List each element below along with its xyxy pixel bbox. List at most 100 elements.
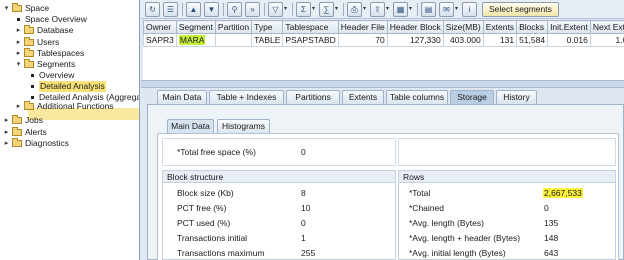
- export-dropdown-arrow-icon[interactable]: ▾: [386, 2, 392, 17]
- tab-partitions[interactable]: Partitions: [286, 90, 340, 104]
- column-header-next-extent[interactable]: Next Extent: [589, 20, 624, 34]
- splitter-bar[interactable]: [141, 80, 624, 88]
- alv-toolbar: ↻ ☰ ▲ ▼ ⚲ » ▽ ▾ Σ ▾ ∑ ▾ ⎙ ▾ ⇪ ▾ ▦ ▾ ▤ ✉ …: [141, 0, 624, 19]
- column-header-header-block[interactable]: Header Block: [386, 20, 444, 34]
- mail-button[interactable]: ✉: [439, 2, 454, 17]
- free-space-box: *Total free space (%) 0: [162, 138, 396, 166]
- expand-arrow-icon[interactable]: ▸: [14, 48, 23, 59]
- tab-table-indexes[interactable]: Table + Indexes: [209, 90, 284, 104]
- folder-icon: [12, 138, 22, 147]
- rows-chained-label: *Chained: [409, 203, 444, 213]
- column-header-blocks[interactable]: Blocks: [516, 20, 549, 34]
- sort-ascending-button[interactable]: ▲: [186, 2, 201, 17]
- cell-header-block[interactable]: 127,330: [386, 33, 444, 47]
- cell-blocks[interactable]: 51,584: [516, 33, 549, 47]
- subtab-histograms[interactable]: Histograms: [217, 119, 270, 133]
- tree-item-diagnostics[interactable]: ▸ Diagnostics: [2, 138, 69, 149]
- expand-arrow-icon[interactable]: ▸: [2, 138, 11, 149]
- tree-item-overview[interactable]: Overview: [28, 70, 74, 81]
- cell-type[interactable]: TABLE: [251, 33, 284, 47]
- expand-arrow-icon[interactable]: ▸: [2, 115, 11, 126]
- tree-item-jobs[interactable]: ▸ Jobs: [2, 115, 43, 126]
- expand-arrow-icon[interactable]: ▸: [14, 25, 23, 36]
- column-header-extents[interactable]: Extents: [482, 20, 518, 34]
- table-row[interactable]: SAPR3 MARA TABLE PSAPSTABD 70 127,330 40…: [143, 33, 624, 47]
- layout-dropdown-arrow-icon[interactable]: ▾: [409, 2, 415, 17]
- column-header-partition[interactable]: Partition: [214, 20, 253, 34]
- transactions-initial-value: 1: [301, 233, 306, 243]
- subtotal-button[interactable]: ∑: [319, 2, 334, 17]
- column-header-size-mb[interactable]: Size(MB): [442, 20, 484, 34]
- block-structure-section: Block structure Block size (Kb) 8 PCT fr…: [162, 170, 396, 260]
- segment-highlight: MARA: [178, 35, 206, 45]
- expand-arrow-icon[interactable]: ▸: [2, 127, 11, 138]
- tab-table-columns[interactable]: Table columns: [386, 90, 448, 104]
- rows-section: Rows *Total 2,667,533 *Chained 0 *Avg. l…: [398, 170, 616, 260]
- sum-dropdown-arrow-icon[interactable]: ▾: [312, 2, 318, 17]
- tree-item-database[interactable]: ▸ Database: [14, 25, 73, 36]
- cell-tablespace[interactable]: PSAPSTABD: [282, 33, 339, 47]
- column-header-type[interactable]: Type: [251, 20, 284, 34]
- tree-item-users[interactable]: ▸ Users: [14, 37, 59, 48]
- subtotal-dropdown-arrow-icon[interactable]: ▾: [335, 2, 341, 17]
- collapse-arrow-icon[interactable]: ▾: [2, 3, 11, 14]
- tab-history[interactable]: History: [496, 90, 537, 104]
- sort-descending-button[interactable]: ▼: [204, 2, 219, 17]
- cell-partition[interactable]: [214, 33, 253, 47]
- pct-free-label: PCT free (%): [177, 203, 227, 213]
- filter-button[interactable]: ▽: [268, 2, 283, 17]
- tab-storage[interactable]: Storage: [450, 90, 494, 104]
- expand-arrow-icon[interactable]: ▸: [14, 101, 23, 112]
- tree-item-alerts[interactable]: ▸ Alerts: [2, 127, 47, 138]
- find-next-button[interactable]: »: [245, 2, 260, 17]
- column-header-tablespace[interactable]: Tablespace: [282, 20, 339, 34]
- print-dropdown-arrow-icon[interactable]: ▾: [363, 2, 369, 17]
- cell-next-extent[interactable]: 1.000: [589, 33, 624, 47]
- subtab-main-data[interactable]: Main Data: [167, 119, 214, 133]
- cell-segment[interactable]: MARA: [175, 33, 216, 47]
- select-segments-button[interactable]: Select segments: [482, 2, 559, 17]
- tree-item-additional-functions[interactable]: ▸ Additional Functions: [14, 101, 114, 112]
- column-header-header-file[interactable]: Header File: [337, 20, 388, 34]
- graphic-button[interactable]: ▤: [421, 2, 436, 17]
- collapse-arrow-icon[interactable]: ▾: [14, 59, 23, 70]
- cell-init-extent[interactable]: 0.016: [547, 33, 591, 47]
- graphic-icon: ▤: [424, 5, 433, 14]
- tree-item-space[interactable]: ▾ Space: [2, 3, 49, 14]
- column-header-init-extent[interactable]: Init.Extent: [547, 20, 591, 34]
- sum-button[interactable]: Σ: [296, 2, 311, 17]
- cell-owner[interactable]: SAPR3: [143, 33, 177, 47]
- print-button[interactable]: ⎙: [347, 2, 362, 17]
- tree-item-tablespaces[interactable]: ▸ Tablespaces: [14, 48, 84, 59]
- column-header-segment[interactable]: Segment: [175, 20, 216, 34]
- column-header-owner[interactable]: Owner: [143, 20, 177, 34]
- cell-extents[interactable]: 131: [482, 33, 518, 47]
- subtotal-icon: ∑: [323, 5, 330, 14]
- tree-item-space-overview[interactable]: Space Overview: [14, 14, 87, 25]
- find-button[interactable]: ⚲: [227, 2, 242, 17]
- export-button[interactable]: ⇪: [370, 2, 385, 17]
- tree-item-segments[interactable]: ▾ Segments: [14, 59, 75, 70]
- grid-header-row: Owner Segment Partition Type Tablespace …: [143, 20, 624, 34]
- details-button[interactable]: ☰: [163, 2, 178, 17]
- toolbar-separator: [292, 3, 293, 16]
- expand-arrow-icon[interactable]: ▸: [14, 37, 23, 48]
- block-size-value: 8: [301, 188, 306, 198]
- find-next-icon: »: [250, 5, 255, 14]
- tab-extents[interactable]: Extents: [342, 90, 384, 104]
- toolbar-separator: [264, 3, 265, 16]
- refresh-button[interactable]: ↻: [145, 2, 160, 17]
- rows-total-label: *Total: [409, 188, 431, 198]
- toolbar-separator: [417, 3, 418, 16]
- mail-dropdown-arrow-icon[interactable]: ▾: [455, 2, 461, 17]
- tab-main-data[interactable]: Main Data: [157, 90, 207, 104]
- tree-item-detailed-analysis[interactable]: Detailed Analysis: [28, 81, 106, 92]
- filter-dropdown-arrow-icon[interactable]: ▾: [284, 2, 290, 17]
- bullet-icon: [31, 85, 34, 88]
- cell-size-mb[interactable]: 403.000: [442, 33, 484, 47]
- bullet-icon: [31, 96, 34, 99]
- cell-header-file[interactable]: 70: [337, 33, 388, 47]
- layout-button[interactable]: ▦: [393, 2, 408, 17]
- details-icon: ☰: [166, 5, 175, 14]
- info-button[interactable]: i: [462, 2, 477, 17]
